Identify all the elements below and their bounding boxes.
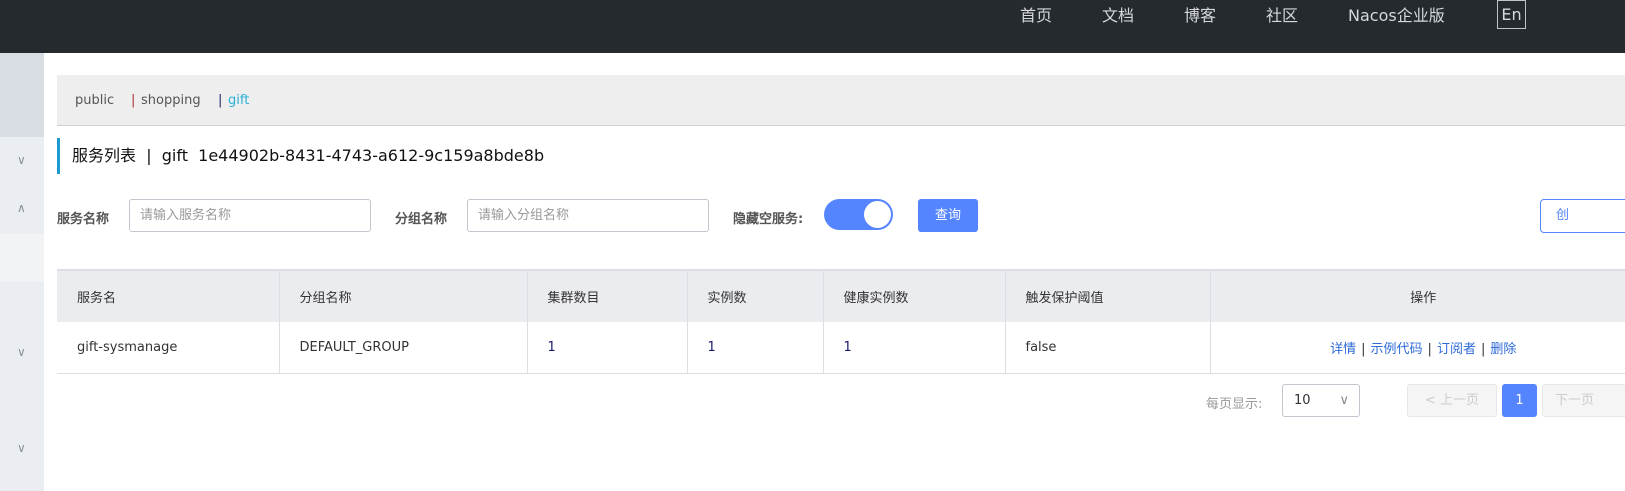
healthy-count: 1 [823,322,1006,374]
nav-docs[interactable]: 文档 [1102,0,1134,32]
chevron-down-icon[interactable]: ∨ [17,153,26,167]
column-header: 分组名称 [279,270,528,322]
delete-link[interactable]: 删除 [1490,342,1516,357]
chevron-up-icon[interactable]: ∧ [17,201,26,215]
table-row: gift-sysmanage DEFAULT_GROUP 1 1 1 false… [57,322,1625,374]
create-service-button[interactable]: 创 [1540,199,1625,233]
service-table: 服务名 分组名称 集群数目 实例数 健康实例数 触发保护阈值 操作 gift-s… [57,269,1625,374]
hide-empty-label: 隐藏空服务: [733,212,804,227]
column-header: 触发保护阈值 [1005,270,1211,322]
cluster-count: 1 [527,322,688,374]
column-header: 服务名 [57,270,280,322]
sidebar-item-active[interactable] [0,234,44,282]
page-size-select[interactable]: 10 ∨ [1282,384,1360,417]
group-name: DEFAULT_GROUP [279,322,528,374]
column-header: 集群数目 [527,270,688,322]
group-name-input[interactable]: 请输入分组名称 [467,199,709,232]
page-title: 服务列表 | gift 1e44902b-8431-4743-a612-9c15… [57,138,544,174]
protect-threshold: false [1005,322,1211,374]
subscribers-link[interactable]: 订阅者 [1437,342,1476,357]
chevron-down-icon[interactable]: ∨ [17,345,26,359]
column-header: 实例数 [687,270,824,322]
nav-blog[interactable]: 博客 [1184,0,1216,32]
query-button[interactable]: 查询 [918,199,978,232]
table-header: 服务名 分组名称 集群数目 实例数 健康实例数 触发保护阈值 操作 [57,270,1625,322]
sidebar-header [0,53,44,137]
instance-count: 1 [687,322,824,374]
chevron-down-icon[interactable]: ∨ [17,441,26,455]
page-size-label: 每页显示: [1206,397,1263,412]
sidebar: ∨ ∧ ∨ ∨ [0,53,44,491]
hide-empty-toggle[interactable] [824,199,893,230]
column-header: 健康实例数 [823,270,1006,322]
nav-enterprise[interactable]: Nacos企业版 [1348,0,1445,32]
column-header: 操作 [1210,270,1625,322]
detail-link[interactable]: 详情 [1330,342,1356,357]
service-name: gift-sysmanage [57,322,280,374]
service-name-label: 服务名称 [57,212,110,227]
next-page-button[interactable]: 下一页 [1542,384,1625,417]
namespace-public[interactable]: public [75,93,114,108]
nav-home[interactable]: 首页 [1020,0,1052,32]
namespace-bar: public | shopping | gift [57,75,1625,126]
top-bar: 首页 文档 博客 社区 Nacos企业版 En [0,0,1625,53]
namespace-gift[interactable]: gift [228,93,249,108]
page-1-button[interactable]: 1 [1502,384,1537,417]
sample-code-link[interactable]: 示例代码 [1371,342,1423,357]
namespace-shopping[interactable]: shopping [141,93,201,108]
actions-cell: 详情 | 示例代码 | 订阅者 | 删除 [1210,322,1625,374]
language-switch[interactable]: En [1497,0,1526,29]
group-name-label: 分组名称 [395,212,448,227]
prev-page-button[interactable]: < 上一页 [1407,384,1497,417]
nav-community[interactable]: 社区 [1266,0,1298,32]
chevron-down-icon: ∨ [1339,393,1349,408]
service-name-input[interactable]: 请输入服务名称 [129,199,371,232]
